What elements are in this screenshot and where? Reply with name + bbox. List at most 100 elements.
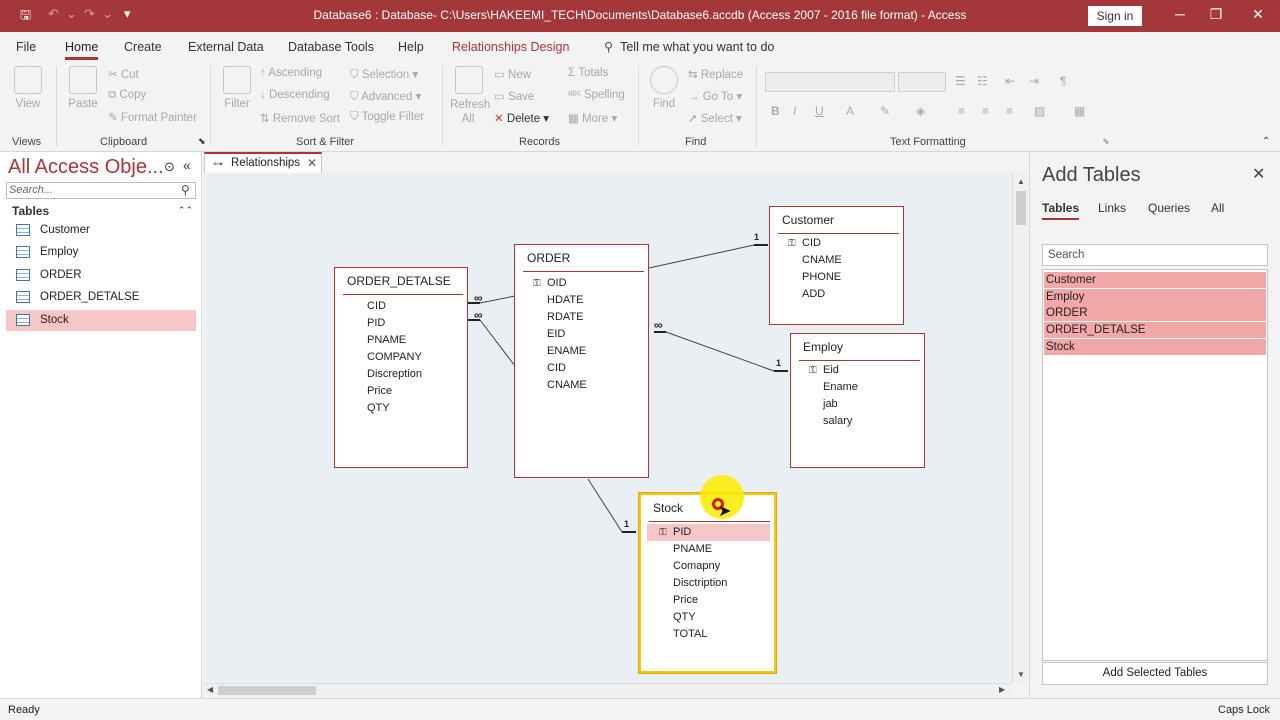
toggle-filter-button[interactable]: ⛉ Toggle Filter [350, 111, 424, 124]
add-selected-tables-button[interactable]: Add Selected Tables [1042, 662, 1268, 685]
field-row[interactable]: TOTAL [647, 626, 770, 643]
underline-icon[interactable]: U [815, 104, 824, 118]
document-tab-relationships[interactable]: ⊶ Relationships ✕ [204, 152, 322, 173]
nav-item-stock[interactable]: Stock [6, 310, 196, 331]
format-painter-button[interactable]: ✎ Format Painter [108, 110, 197, 124]
tab-help[interactable]: Help [398, 40, 424, 54]
field-row[interactable]: EID [521, 326, 644, 343]
tab-external-data[interactable]: External Data [188, 40, 264, 54]
field-row[interactable]: COMPANY [341, 349, 463, 366]
list-item[interactable]: ORDER [1044, 305, 1266, 321]
copy-button[interactable]: ⧉ Copy [108, 89, 146, 102]
ascending-button[interactable]: ↑ Ascending [260, 67, 322, 79]
field-row[interactable]: ADD [776, 286, 899, 303]
field-row[interactable]: Comapny [647, 558, 770, 575]
cut-button[interactable]: ✂ Cut [108, 67, 139, 81]
relationships-canvas[interactable]: ∞ ∞ 1 ∞ 1 1 ORDER_DETALSE CID PID PNAME … [204, 173, 1012, 683]
replace-button[interactable]: ⇆ Replace [688, 67, 743, 81]
clipboard-launcher-icon[interactable]: ⬊ [198, 136, 206, 147]
view-button[interactable]: View [10, 66, 46, 110]
sign-in-button[interactable]: Sign in [1088, 6, 1142, 26]
field-row[interactable]: Price [341, 383, 463, 400]
font-size-dropdown[interactable] [898, 72, 946, 92]
shutter-bar-icon[interactable]: « [183, 157, 191, 173]
nav-item-order[interactable]: ORDER [6, 265, 196, 286]
italic-icon[interactable]: I [793, 104, 796, 118]
field-row[interactable]: ⚿ Eid [797, 362, 920, 379]
find-button[interactable]: Find [648, 66, 680, 110]
field-row[interactable]: HDATE [521, 292, 644, 309]
field-row[interactable]: ⚿ CID [776, 235, 899, 252]
text-formatting-launcher-icon[interactable]: ⬊ [1102, 136, 1110, 147]
nav-item-employ[interactable]: Employ [6, 242, 196, 263]
table-order-detalse[interactable]: ORDER_DETALSE CID PID PNAME COMPANY Disc… [334, 267, 468, 468]
scroll-down-icon[interactable]: ▼ [1017, 670, 1025, 679]
numbering-icon[interactable]: ☷ [977, 74, 988, 88]
field-row[interactable]: Price [647, 592, 770, 609]
field-row[interactable]: ENAME [521, 343, 644, 360]
scroll-up-icon[interactable]: ▲ [1017, 177, 1025, 186]
refresh-all-button[interactable]: Refresh All [450, 66, 490, 126]
scroll-thumb[interactable] [1016, 191, 1026, 225]
advanced-button[interactable]: ⛉ Advanced ▾ [350, 89, 421, 104]
font-name-dropdown[interactable] [765, 72, 895, 92]
save-record-button[interactable]: ▭ Save [494, 89, 534, 103]
filter-button[interactable]: Filter [218, 66, 256, 110]
field-row-selected[interactable]: ⚿ PID [647, 524, 770, 541]
field-row[interactable]: CNAME [521, 377, 644, 394]
field-row[interactable]: salary [797, 413, 920, 430]
field-row[interactable]: jab [797, 396, 920, 413]
close-window-icon[interactable]: ✕ [1248, 6, 1268, 23]
tab-database-tools[interactable]: Database Tools [288, 40, 374, 54]
field-row[interactable]: QTY [647, 609, 770, 626]
close-tab-icon[interactable]: ✕ [307, 156, 317, 170]
field-row[interactable]: PHONE [776, 269, 899, 286]
align-center-icon[interactable]: ≡ [982, 104, 989, 118]
bullets-icon[interactable]: ☰ [955, 74, 966, 88]
collapse-ribbon-icon[interactable]: ⌃ [1262, 136, 1270, 147]
bold-icon[interactable]: B [771, 104, 780, 118]
list-item[interactable]: Employ [1044, 289, 1266, 305]
new-record-button[interactable]: ▭ New [494, 67, 531, 81]
nav-section-tables[interactable]: Tables [12, 204, 49, 218]
field-row[interactable]: CID [341, 298, 463, 315]
tab-file[interactable]: File [16, 40, 36, 54]
nav-menu-dropdown-icon[interactable]: ⊙ [164, 159, 175, 175]
align-right-icon[interactable]: ≡ [1006, 104, 1013, 118]
tab-home[interactable]: Home [65, 40, 99, 60]
select-button[interactable]: ➚ Select ▾ [688, 111, 742, 125]
field-row[interactable]: CNAME [776, 252, 899, 269]
minimize-icon[interactable]: ─ [1170, 6, 1190, 22]
tab-links[interactable]: Links [1098, 201, 1126, 215]
more-button[interactable]: ▦ More ▾ [568, 111, 617, 125]
nav-item-customer[interactable]: Customer [6, 220, 196, 241]
background-color-icon[interactable]: ▨ [1034, 104, 1045, 118]
descending-button[interactable]: ↓ Descending [260, 89, 330, 101]
scroll-left-icon[interactable]: ◀ [207, 685, 213, 694]
scroll-thumb[interactable] [218, 686, 316, 695]
field-row[interactable]: ⚿ OID [521, 275, 644, 292]
tab-create[interactable]: Create [124, 40, 162, 54]
increase-indent-icon[interactable]: ⇥ [1029, 74, 1039, 88]
tell-me-search[interactable]: ⚲ Tell me what you want to do [604, 39, 774, 54]
field-row[interactable]: Disctription [647, 575, 770, 592]
list-item[interactable]: ORDER_DETALSE [1044, 322, 1266, 338]
table-order[interactable]: ORDER ⚿ OID HDATE RDATE EID ENAME CID CNA… [514, 244, 649, 478]
tab-all[interactable]: All [1211, 201, 1224, 215]
vertical-scrollbar[interactable]: ▲ ▼ [1012, 173, 1028, 683]
table-customer[interactable]: Customer ⚿ CID CNAME PHONE ADD [769, 206, 904, 325]
field-row[interactable]: CID [521, 360, 644, 377]
field-row[interactable]: QTY [341, 400, 463, 417]
gridlines-icon[interactable]: ▦ [1074, 104, 1085, 118]
search-icon[interactable]: ⚲ [181, 183, 190, 197]
close-pane-icon[interactable]: ✕ [1252, 164, 1265, 184]
horizontal-scrollbar[interactable]: ◀ ▶ [204, 683, 1012, 697]
tab-queries[interactable]: Queries [1148, 201, 1190, 215]
restore-icon[interactable]: ❐ [1206, 6, 1226, 23]
field-row[interactable]: Discreption [341, 366, 463, 383]
field-row[interactable]: PNAME [647, 541, 770, 558]
table-stock[interactable]: Stock ⚿ PID PNAME Comapny Disctription Pr… [639, 493, 776, 673]
paragraph-direction-icon[interactable]: ¶ [1060, 74, 1066, 88]
remove-sort-button[interactable]: ⇅ Remove Sort [260, 111, 340, 125]
collapse-section-icon[interactable]: ⌃⌃ [178, 205, 193, 216]
